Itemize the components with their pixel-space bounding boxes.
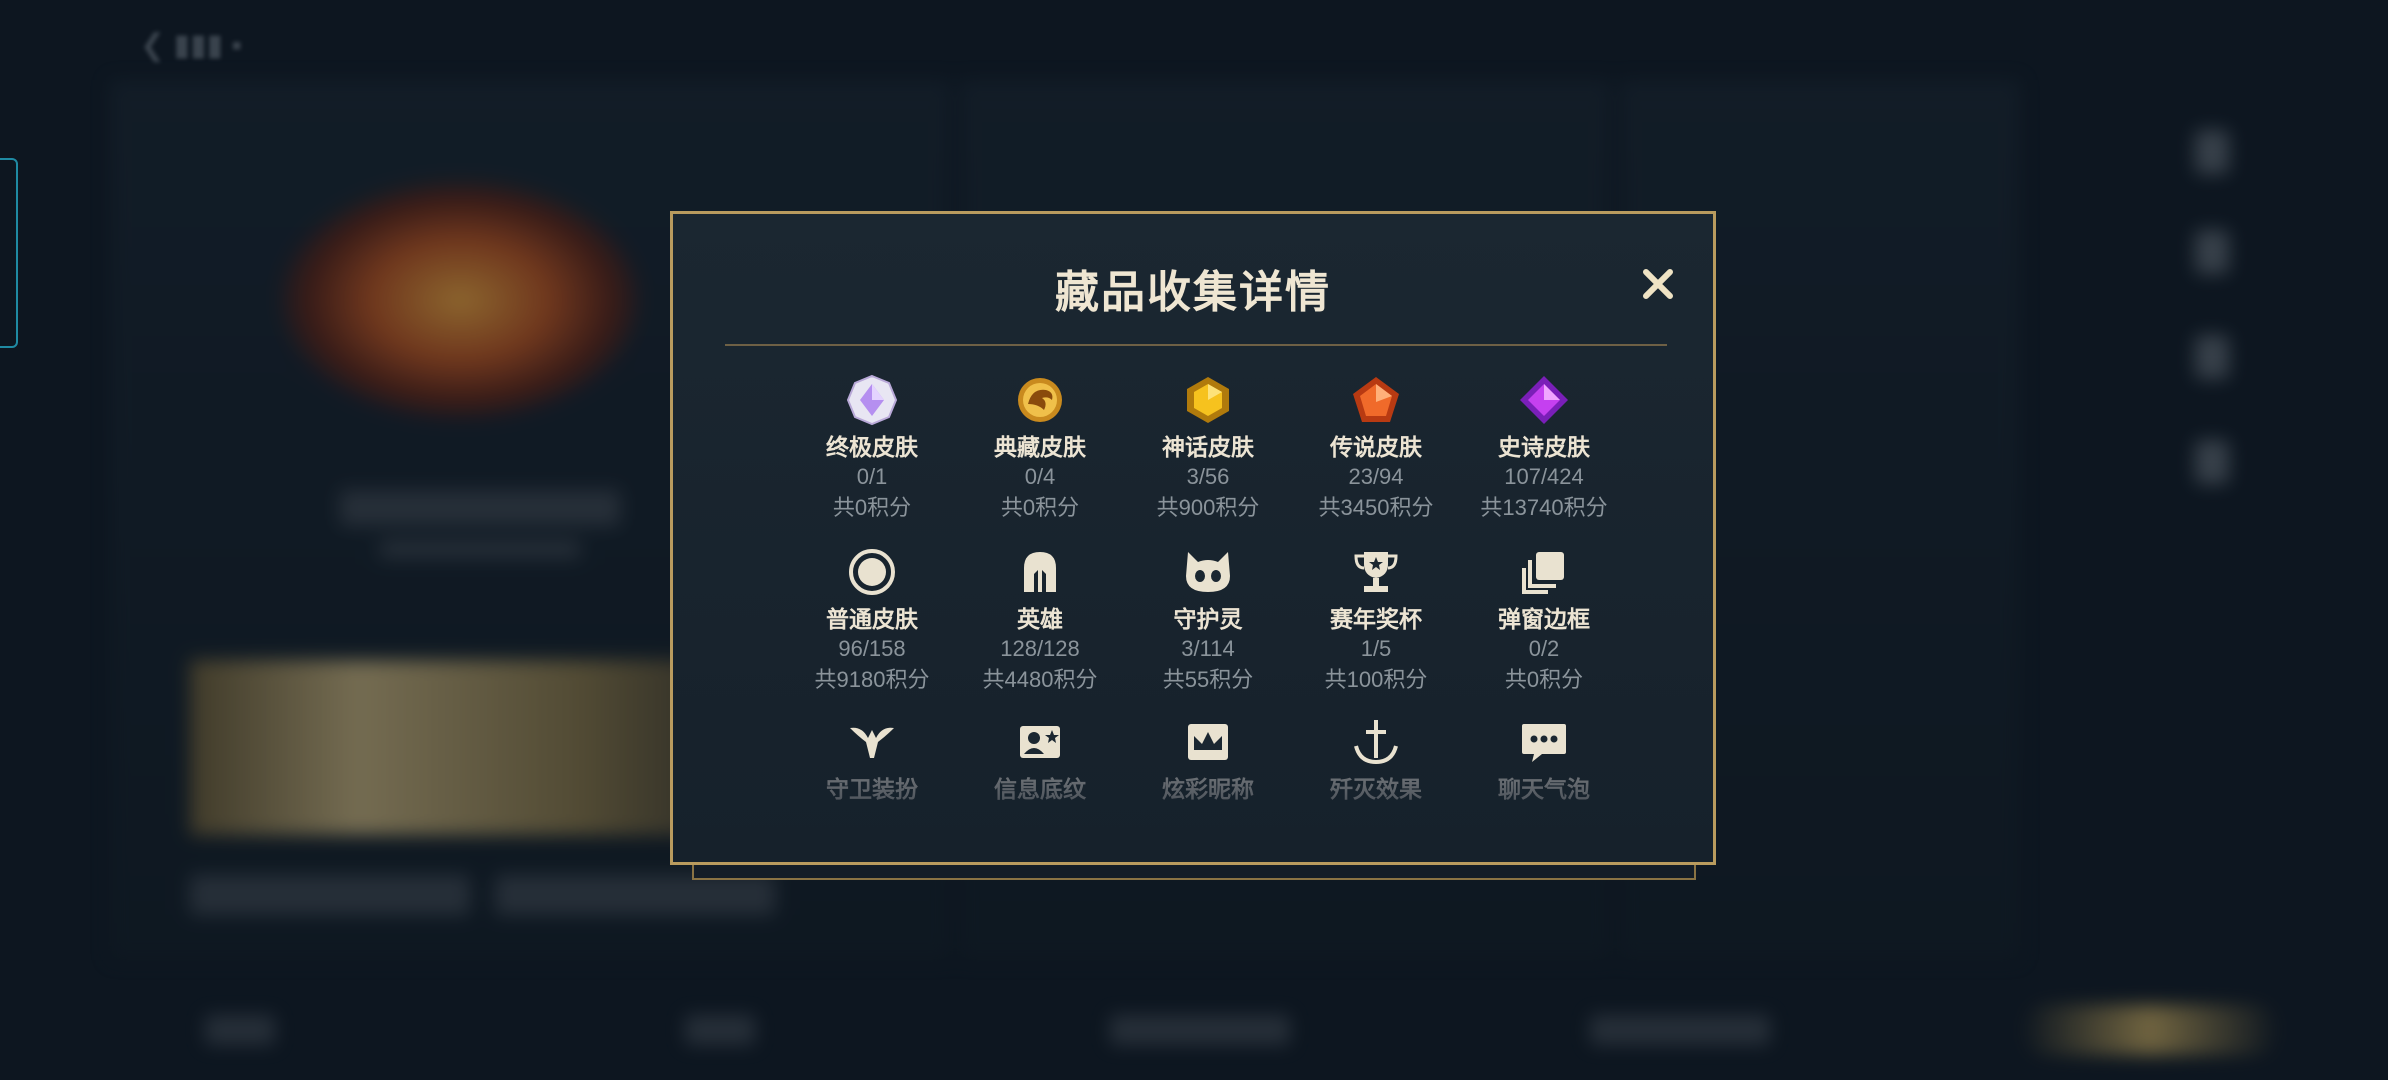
crown-card-icon [1188, 724, 1228, 760]
category-name: 普通皮肤 [826, 606, 918, 632]
background-side-icon-3 [2195, 335, 2229, 379]
collection-item-champion[interactable]: 英雄 128/128 共4480积分 [956, 546, 1124, 696]
spirit-face-icon [1186, 552, 1230, 592]
category-points: 共0积分 [832, 495, 912, 520]
category-points: 共100积分 [1324, 667, 1428, 692]
category-points: 共0积分 [1504, 667, 1584, 692]
category-points: 共13740积分 [1480, 495, 1608, 520]
info-card-icon [1020, 726, 1060, 758]
background-side-icon-2 [2195, 230, 2229, 274]
collection-item-chat-bubble[interactable]: 聊天气泡 [1460, 716, 1628, 804]
epic-gem-icon [1520, 376, 1568, 424]
category-name: 典藏皮肤 [994, 434, 1086, 460]
category-points: 共3450积分 [1318, 495, 1434, 520]
category-name: 史诗皮肤 [1498, 434, 1590, 460]
collection-item-prestige[interactable]: 典藏皮肤 0/4 共0积分 [956, 374, 1124, 524]
collection-item-info-card[interactable]: 信息底纹 [956, 716, 1124, 804]
close-icon [1643, 269, 1673, 299]
collection-details-modal: 藏品收集详情 终极皮肤 0/1 共0积分 典藏皮肤 0/4 共0积分 神话皮肤 … [670, 211, 1716, 865]
category-points: 共0积分 [1000, 495, 1080, 520]
category-name: 歼灭效果 [1330, 776, 1422, 802]
collection-item-standard[interactable]: 普通皮肤 96/158 共9180积分 [788, 546, 956, 696]
category-count: 0/1 [856, 464, 888, 489]
collection-item-spirit[interactable]: 守护灵 3/114 共55积分 [1124, 546, 1292, 696]
ultimate-gem-icon [846, 374, 898, 426]
background-tab-4 [1590, 1015, 1770, 1045]
trophy-icon [1354, 552, 1398, 592]
category-count: 0/2 [1528, 636, 1560, 661]
category-points: 共55积分 [1162, 667, 1254, 692]
collection-item-legendary[interactable]: 传说皮肤 23/94 共3450积分 [1292, 374, 1460, 524]
category-name: 终极皮肤 [826, 434, 918, 460]
category-count: 96/158 [838, 636, 906, 661]
category-name: 传说皮肤 [1330, 434, 1422, 460]
collection-item-nickname[interactable]: 炫彩昵称 [1124, 716, 1292, 804]
background-confirm-button [2020, 1005, 2280, 1055]
category-count: 3/114 [1181, 636, 1235, 661]
background-tab-1 [205, 1015, 275, 1045]
background-emblem [280, 180, 640, 420]
anchor-sword-icon [1354, 720, 1398, 765]
standard-circle-icon [849, 549, 895, 595]
collection-item-epic[interactable]: 史诗皮肤 107/424 共13740积分 [1460, 374, 1628, 524]
category-name: 英雄 [1017, 606, 1063, 632]
title-divider [725, 344, 1667, 346]
modal-title: 藏品收集详情 [1055, 268, 1331, 317]
category-count: 3/56 [1186, 464, 1230, 489]
category-name: 守护灵 [1173, 606, 1243, 632]
category-name: 弹窗边框 [1498, 606, 1590, 632]
category-count: 107/424 [1504, 464, 1584, 489]
chat-bubble-icon [1522, 724, 1566, 762]
category-name: 信息底纹 [994, 776, 1086, 802]
collection-item-annihilation[interactable]: 歼灭效果 [1292, 716, 1460, 804]
category-points: 共4480积分 [982, 667, 1098, 692]
collection-item-ultimate[interactable]: 终极皮肤 0/1 共0积分 [788, 374, 956, 524]
close-button[interactable] [1633, 259, 1683, 309]
background-banner [190, 660, 750, 835]
stacked-frames-icon [1522, 552, 1564, 594]
category-points: 共9180积分 [814, 667, 930, 692]
category-count: 23/94 [1348, 464, 1404, 489]
prestige-dragon-icon [1018, 378, 1062, 422]
category-points: 共900积分 [1156, 495, 1260, 520]
category-name: 守卫装扮 [826, 776, 918, 802]
background-sub-bar [380, 540, 580, 558]
category-name: 神话皮肤 [1162, 434, 1254, 460]
background-tab-3 [1110, 1015, 1290, 1045]
back-button[interactable]: ❮ ▮▮▮ ▪ [140, 28, 242, 63]
mythic-gem-icon [1187, 377, 1229, 423]
background-side-icon-1 [2195, 130, 2229, 174]
collection-item-mythic[interactable]: 神话皮肤 3/56 共900积分 [1124, 374, 1292, 524]
category-name: 赛年奖杯 [1330, 606, 1422, 632]
category-count: 128/128 [1000, 636, 1080, 661]
left-edge-tab[interactable] [0, 158, 18, 348]
category-count: 0/4 [1024, 464, 1056, 489]
collection-item-popup-frame[interactable]: 弹窗边框 0/2 共0积分 [1460, 546, 1628, 696]
collection-item-trophy[interactable]: 赛年奖杯 1/5 共100积分 [1292, 546, 1460, 696]
background-side-icon-4 [2195, 440, 2229, 484]
category-name: 炫彩昵称 [1162, 776, 1254, 802]
background-button-2 [495, 875, 775, 915]
category-count: 1/5 [1360, 636, 1392, 661]
background-name-bar [340, 490, 620, 526]
helmet-icon [1024, 552, 1056, 592]
background-button-1 [190, 875, 470, 915]
legendary-gem-icon [1353, 377, 1399, 422]
ward-icon [850, 727, 894, 758]
category-name: 聊天气泡 [1498, 776, 1590, 802]
background-tab-2 [685, 1015, 755, 1045]
collection-item-ward[interactable]: 守卫装扮 [788, 716, 956, 804]
